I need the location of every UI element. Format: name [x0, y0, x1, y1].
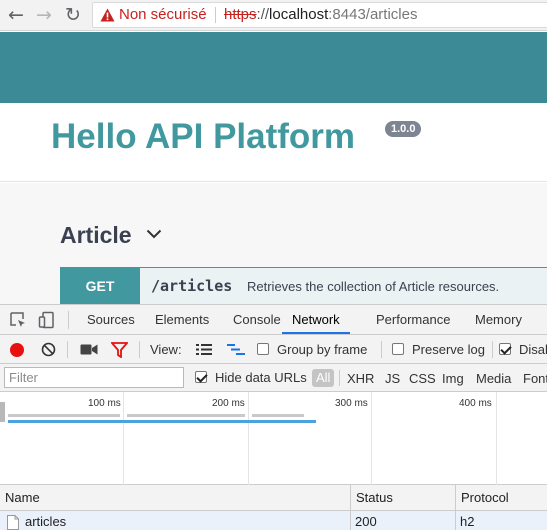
camera-icon[interactable]	[80, 343, 98, 356]
tab-performance[interactable]: Performance	[376, 305, 450, 334]
toolbar-divider	[492, 341, 493, 358]
operation-path: /articles	[151, 277, 233, 295]
overview-request-bar	[8, 420, 316, 423]
clear-icon[interactable]	[41, 342, 56, 357]
forward-button[interactable]: →	[33, 4, 55, 26]
devtools-panel: Sources Elements Console Network Perform…	[0, 304, 547, 530]
device-toolbar-icon[interactable]	[38, 311, 56, 329]
page-header-bar	[0, 32, 547, 103]
tick-label: 400 ms	[459, 398, 492, 409]
type-filter-img[interactable]: Img	[442, 371, 464, 386]
column-protocol[interactable]: Protocol	[456, 485, 547, 511]
operation-row[interactable]: GET /articles Retrieves the collection o…	[60, 267, 547, 305]
type-filter-js[interactable]: JS	[385, 371, 400, 386]
hide-data-urls-label: Hide data URLs	[215, 370, 307, 385]
preserve-log-label: Preserve log	[412, 342, 485, 357]
column-divider	[455, 511, 456, 530]
tabbar-divider	[68, 311, 69, 329]
view-label: View:	[150, 342, 182, 357]
network-toolbar: View: Group by frame Preserve log Disab	[0, 335, 547, 364]
url-separator: ://	[256, 6, 270, 23]
chevron-down-icon[interactable]	[146, 229, 162, 239]
tab-sources[interactable]: Sources	[87, 305, 135, 334]
method-badge: GET	[60, 268, 140, 305]
column-status[interactable]: Status	[351, 485, 455, 511]
group-by-frame-checkbox[interactable]	[257, 343, 269, 355]
toolbar-divider	[67, 341, 68, 358]
back-button[interactable]: ←	[5, 4, 27, 26]
inspect-element-icon[interactable]	[9, 311, 27, 329]
tab-network[interactable]: Network	[282, 305, 350, 334]
browser-toolbar: ← → ↻ Non sécurisé https://localhost:844…	[0, 0, 547, 31]
tab-elements[interactable]: Elements	[155, 305, 209, 334]
tick-label: 300 ms	[335, 398, 368, 409]
request-name[interactable]: articles	[25, 511, 66, 530]
devtools-tabbar: Sources Elements Console Network Perform…	[0, 305, 547, 335]
column-name[interactable]: Name	[0, 485, 350, 511]
disable-cache-checkbox[interactable]	[499, 343, 511, 355]
network-overview[interactable]: 100 ms 200 ms 300 ms 400 ms	[0, 392, 547, 485]
list-view-icon[interactable]	[196, 344, 212, 355]
type-filter-css[interactable]: CSS	[409, 371, 436, 386]
document-icon	[7, 515, 19, 530]
hero-section: Hello API Platform 1.0.0	[0, 103, 547, 182]
url-text[interactable]: https://localhost:8443/articles	[224, 3, 417, 27]
preserve-log-checkbox[interactable]	[392, 343, 404, 355]
requests-table-header: Name Status Protocol	[0, 485, 547, 511]
security-label[interactable]: Non sécurisé	[119, 3, 207, 27]
version-badge: 1.0.0	[385, 121, 422, 137]
overview-bar	[127, 414, 245, 417]
overview-handle[interactable]	[0, 402, 5, 422]
omnibox-divider	[215, 7, 216, 23]
type-filter-xhr[interactable]: XHR	[347, 371, 374, 386]
grid-line	[248, 392, 249, 485]
waterfall-view-icon[interactable]	[227, 344, 245, 355]
warning-icon[interactable]	[100, 8, 115, 22]
group-by-frame-label: Group by frame	[277, 342, 368, 357]
toolbar-divider	[139, 341, 140, 358]
overview-bar	[252, 414, 304, 417]
type-filter-media[interactable]: Media	[476, 371, 511, 386]
operation-summary: Retrieves the collection of Article reso…	[247, 279, 500, 294]
type-filter-all[interactable]: All	[312, 369, 335, 387]
url-path: :8443/articles	[328, 6, 418, 23]
filter-divider	[339, 370, 340, 386]
tick-label: 100 ms	[88, 398, 121, 409]
filter-input[interactable]	[4, 367, 184, 388]
url-scheme: https	[224, 6, 257, 23]
type-filter-font[interactable]: Font	[523, 371, 547, 386]
table-row[interactable]: articles 200 h2	[0, 511, 547, 530]
filter-icon[interactable]	[111, 342, 128, 358]
column-divider	[350, 511, 351, 530]
tab-memory[interactable]: Memory	[475, 305, 522, 334]
resource-title[interactable]: Article	[60, 222, 132, 249]
record-icon[interactable]	[10, 343, 24, 357]
resource-section: Article GET /articles Retrieves the coll…	[0, 183, 547, 305]
page-title: Hello API Platform	[51, 117, 356, 156]
url-host: localhost	[269, 6, 329, 23]
request-protocol: h2	[460, 514, 475, 529]
address-bar[interactable]: Non sécurisé https://localhost:8443/arti…	[92, 2, 547, 28]
tick-label: 200 ms	[212, 398, 245, 409]
toolbar-divider	[381, 341, 382, 358]
grid-line	[123, 392, 124, 485]
disable-cache-label: Disab	[519, 342, 547, 357]
request-status: 200	[355, 514, 377, 529]
filter-bar: Hide data URLs All XHR JS CSS Img Media …	[0, 364, 547, 392]
reload-button[interactable]: ↻	[62, 4, 84, 26]
overview-bar	[8, 414, 120, 417]
grid-line	[496, 392, 497, 485]
grid-line	[371, 392, 372, 485]
hide-data-urls-checkbox[interactable]	[195, 371, 207, 383]
tab-console[interactable]: Console	[233, 305, 281, 334]
